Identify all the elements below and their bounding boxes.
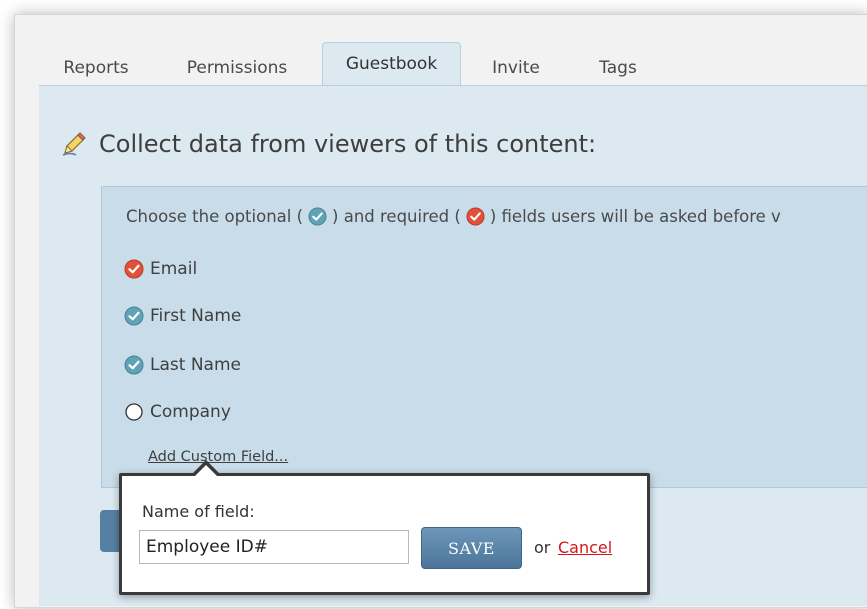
field-options-box: Choose the optional ( ) and required ( )… — [101, 186, 867, 488]
intro-part-2: ) and required ( — [332, 207, 461, 226]
cancel-link[interactable]: Cancel — [558, 538, 612, 557]
field-label: Company — [150, 402, 231, 422]
or-text: or — [534, 538, 551, 557]
tab-bar: Reports Permissions Guestbook Invite Tag… — [15, 15, 867, 86]
required-check-icon[interactable] — [124, 259, 144, 279]
field-name-label: Name of field: — [142, 502, 255, 521]
field-label: Last Name — [150, 355, 241, 375]
optional-check-icon[interactable] — [124, 306, 144, 326]
save-button[interactable]: SAVE — [421, 527, 522, 569]
instructions-text: Choose the optional ( ) and required ( )… — [126, 207, 781, 226]
optional-check-icon[interactable] — [124, 355, 144, 375]
optional-check-icon — [308, 207, 327, 226]
page-title: Collect data from viewers of this conten… — [61, 130, 596, 158]
field-first-name[interactable]: First Name — [124, 306, 241, 326]
popup-pointer-fill — [195, 465, 217, 476]
heading-text: Collect data from viewers of this conten… — [99, 130, 597, 158]
tab-guestbook[interactable]: Guestbook — [322, 42, 461, 86]
intro-part-1: Choose the optional ( — [126, 207, 304, 226]
empty-circle-icon[interactable] — [124, 402, 144, 422]
tab-tags[interactable]: Tags — [586, 51, 650, 85]
tab-permissions[interactable]: Permissions — [175, 51, 299, 85]
field-company[interactable]: Company — [124, 402, 231, 422]
intro-part-3: ) fields users will be asked before v — [489, 207, 781, 226]
field-name-input[interactable] — [139, 530, 409, 564]
tab-reports[interactable]: Reports — [53, 51, 139, 85]
custom-field-popup: Name of field: SAVE or Cancel — [119, 460, 650, 595]
field-label: Email — [150, 259, 198, 279]
tab-invite[interactable]: Invite — [481, 51, 551, 85]
field-label: First Name — [150, 306, 242, 326]
required-check-icon — [466, 207, 485, 226]
pencil-icon — [62, 132, 86, 156]
field-last-name[interactable]: Last Name — [124, 355, 241, 375]
field-email[interactable]: Email — [124, 259, 197, 279]
